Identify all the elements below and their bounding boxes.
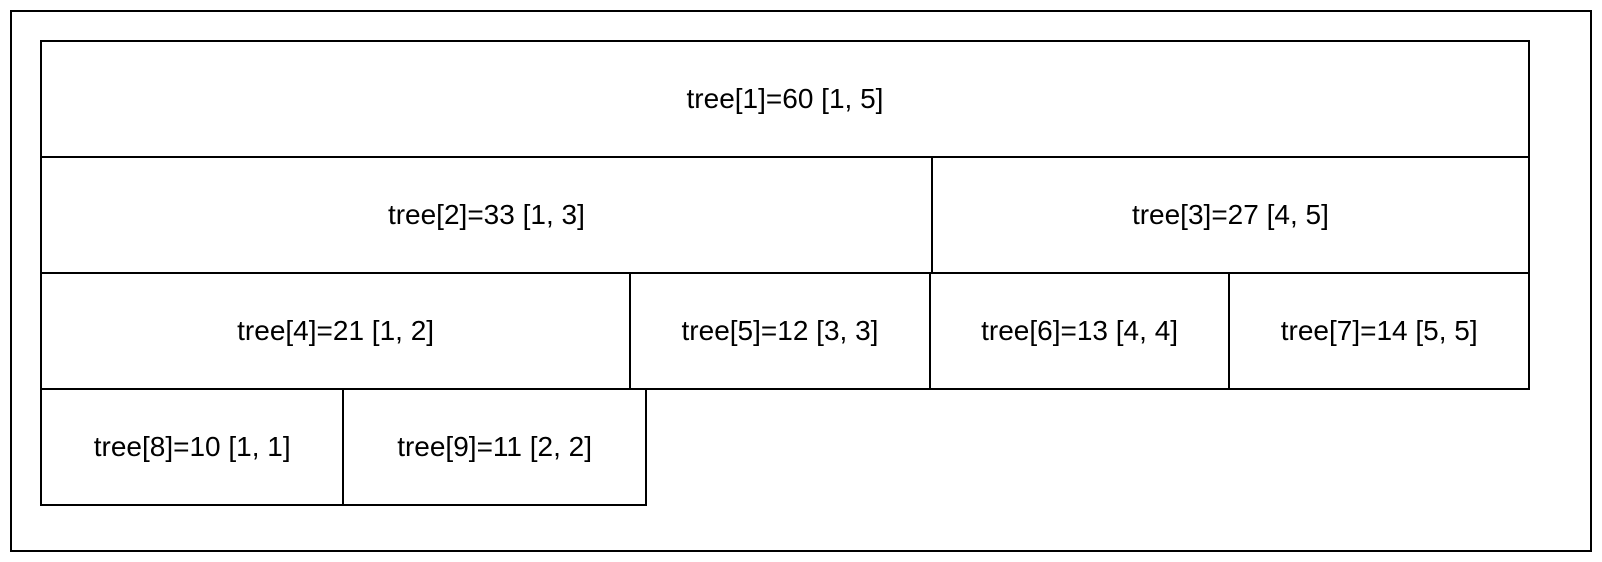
tree-node-5-label: tree[5]=12 [3, 3] bbox=[682, 315, 879, 347]
tree-row-3: tree[4]=21 [1, 2] tree[5]=12 [3, 3] tree… bbox=[40, 274, 1530, 390]
tree-node-3-label: tree[3]=27 [4, 5] bbox=[1132, 199, 1329, 231]
tree-row-2: tree[2]=33 [1, 3] tree[3]=27 [4, 5] bbox=[40, 158, 1530, 274]
tree-node-9-label: tree[9]=11 [2, 2] bbox=[397, 431, 592, 463]
segment-tree-grid: tree[1]=60 [1, 5] tree[2]=33 [1, 3] tree… bbox=[40, 40, 1530, 506]
tree-row-4-empty bbox=[645, 388, 1530, 506]
tree-node-7: tree[7]=14 [5, 5] bbox=[1228, 272, 1530, 390]
tree-row-4: tree[8]=10 [1, 1] tree[9]=11 [2, 2] bbox=[40, 390, 1530, 506]
tree-node-4: tree[4]=21 [1, 2] bbox=[40, 272, 631, 390]
tree-node-9: tree[9]=11 [2, 2] bbox=[342, 388, 646, 506]
tree-node-2-label: tree[2]=33 [1, 3] bbox=[388, 199, 585, 231]
tree-node-1-label: tree[1]=60 [1, 5] bbox=[687, 83, 884, 115]
tree-node-8: tree[8]=10 [1, 1] bbox=[40, 388, 344, 506]
tree-node-2: tree[2]=33 [1, 3] bbox=[40, 156, 933, 274]
tree-node-5: tree[5]=12 [3, 3] bbox=[629, 272, 931, 390]
tree-node-4-label: tree[4]=21 [1, 2] bbox=[237, 315, 434, 347]
tree-node-6-label: tree[6]=13 [4, 4] bbox=[981, 315, 1178, 347]
tree-node-8-label: tree[8]=10 [1, 1] bbox=[94, 431, 291, 463]
tree-node-7-label: tree[7]=14 [5, 5] bbox=[1281, 315, 1478, 347]
tree-node-3: tree[3]=27 [4, 5] bbox=[931, 156, 1530, 274]
tree-node-6: tree[6]=13 [4, 4] bbox=[929, 272, 1231, 390]
tree-node-1: tree[1]=60 [1, 5] bbox=[40, 40, 1530, 158]
tree-row-1: tree[1]=60 [1, 5] bbox=[40, 40, 1530, 158]
